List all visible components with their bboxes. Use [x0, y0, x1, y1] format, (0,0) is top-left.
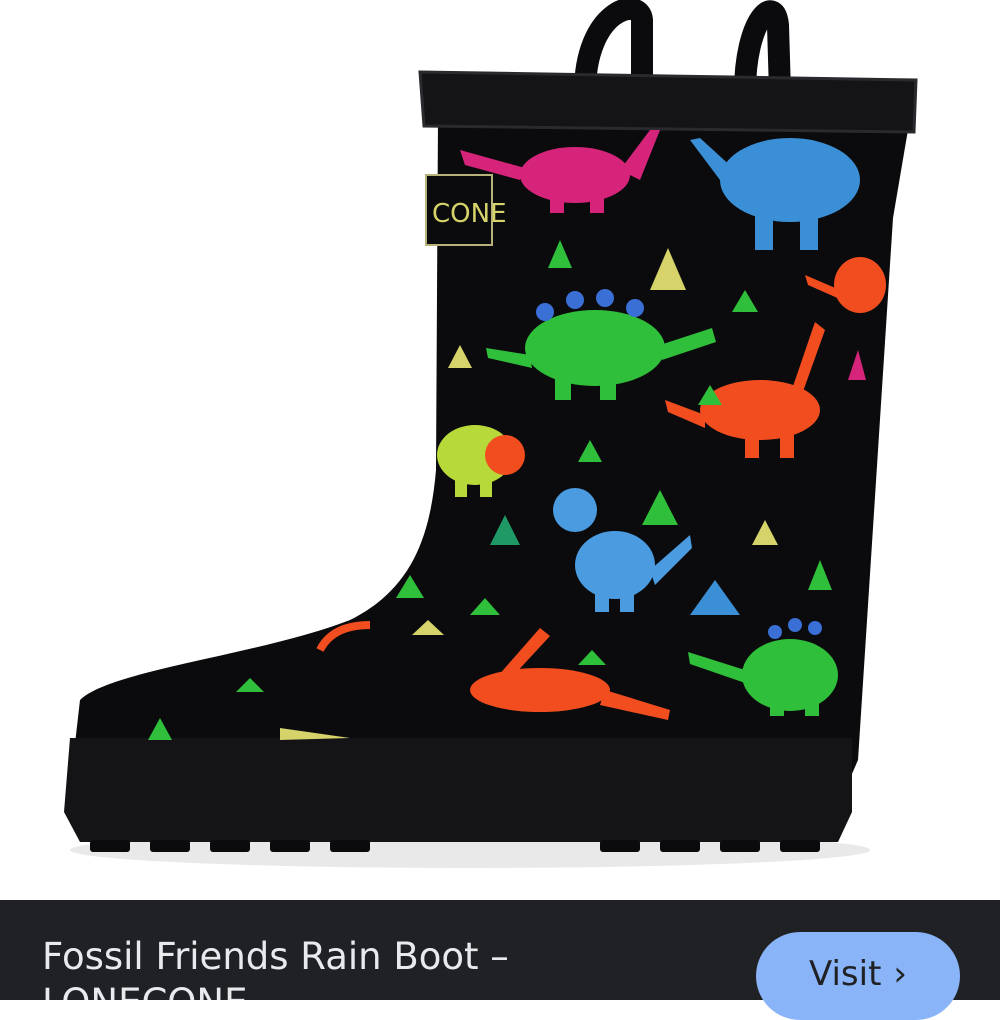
svg-text:CONE: CONE	[432, 199, 507, 229]
product-title[interactable]: Fossil Friends Rain Boot – LONECONE	[42, 934, 682, 1000]
visit-button-label: Visit	[808, 954, 882, 994]
visit-button[interactable]: Visit ›	[756, 932, 960, 1020]
boot-collar	[418, 70, 918, 134]
product-image[interactable]: CONE	[0, 0, 1000, 900]
boot-sole	[64, 738, 852, 842]
rain-boot-illustration: CONE	[64, 0, 918, 868]
chevron-right-icon: ›	[893, 954, 908, 994]
